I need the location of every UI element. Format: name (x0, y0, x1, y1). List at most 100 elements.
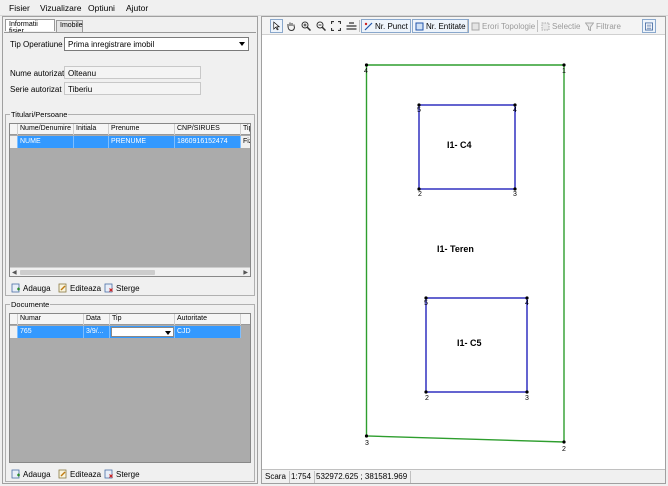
filter-icon (585, 22, 594, 31)
add-person-button[interactable]: Adauga (11, 281, 51, 295)
building-point-number: 4 (513, 107, 517, 114)
persons-header: Nume/Denumire Initiala Prenume CNP/SIRUE… (10, 124, 250, 135)
toolbar-separator (537, 20, 538, 32)
tip-dropdown[interactable] (111, 327, 174, 337)
cell-nume[interactable]: NUME (18, 136, 74, 148)
erori-topologie-button[interactable]: Erori Topologie (469, 19, 537, 33)
name-label: Nume autorizat (10, 69, 65, 78)
cell-numar[interactable]: 765 (18, 326, 84, 338)
menu-optiuni[interactable]: Optiuni (88, 3, 115, 13)
header-initiala[interactable]: Initiala (74, 124, 109, 135)
vertex-marker (364, 63, 369, 67)
cell-cnp[interactable]: 1860916152474 (175, 136, 241, 148)
point-number-icon (364, 22, 373, 30)
menu-vizualizare[interactable]: Vizualizare (40, 3, 81, 13)
building-point-number: 5 (424, 300, 428, 307)
header-tip[interactable]: Tip (241, 124, 250, 135)
menu-fisier[interactable]: Fisier (9, 3, 30, 13)
operation-select[interactable]: Prima inregistrare imobil (64, 37, 249, 51)
scale-label: Scara (262, 471, 290, 483)
nr-entitate-toggle[interactable]: Nr. Entitate (412, 19, 469, 33)
layers-icon[interactable] (642, 19, 656, 33)
coordinates-readout: 532972.625 ; 381581.969 (313, 471, 412, 483)
header-spacer (10, 314, 18, 325)
filtrare-button[interactable]: Filtrare (583, 19, 623, 33)
building-point-number: 2 (425, 395, 429, 402)
delete-icon (104, 469, 113, 479)
header-spacer (10, 124, 18, 135)
serial-label: Serie autorizat (10, 85, 62, 94)
menu-ajutor[interactable]: Ajutor (126, 3, 148, 13)
scroll-thumb[interactable] (20, 270, 155, 275)
vertex-marker (364, 434, 369, 438)
header-cnp[interactable]: CNP/SIRUES (175, 124, 241, 135)
cell-tip-select[interactable] (110, 326, 175, 338)
building-c5-label: I1- C5 (457, 338, 482, 348)
cell-autoritate[interactable]: CJD (175, 326, 241, 338)
row-selector[interactable] (10, 326, 18, 338)
vertex-marker (424, 390, 428, 394)
parcel-point-number: 1 (562, 68, 566, 75)
persons-actions: Adauga Editeaza Sterge (9, 281, 249, 295)
cell-initiala[interactable] (74, 136, 109, 148)
table-row[interactable]: 765 3/9/... CJD (10, 326, 241, 338)
header-nume[interactable]: Nume/Denumire (18, 124, 74, 135)
documents-grid[interactable]: Numar Data Tip Autoritate 765 3/9/... CJ… (9, 313, 251, 463)
entity-number-icon (415, 22, 424, 30)
cell-prenume[interactable]: PRENUME (109, 136, 175, 148)
delete-document-button[interactable]: Sterge (104, 467, 140, 481)
vertex-marker (562, 63, 566, 67)
header-doc-tip[interactable]: Tip (110, 314, 175, 325)
documents-actions: Adauga Editeaza Sterge (9, 467, 249, 481)
parcel-label: I1- Teren (437, 244, 474, 254)
tab-imobile[interactable]: Imobile (56, 20, 83, 32)
add-icon (11, 283, 20, 293)
header-autoritate[interactable]: Autoritate (175, 314, 241, 325)
zoom-extent-icon[interactable] (329, 19, 343, 33)
persons-title: Titulari/Persoane (10, 110, 69, 119)
map-toolbar: Nr. Punct Nr. Entitate Erori Topologie S… (262, 17, 665, 35)
table-row[interactable]: NUME PRENUME 1860916152474 Fizic (10, 136, 250, 148)
measure-icon[interactable] (344, 19, 359, 33)
tab-informatii-fisier[interactable]: Informatii fisier (5, 19, 55, 35)
nr-punct-label: Nr. Punct (375, 21, 408, 31)
persons-hscrollbar[interactable]: ◀ ▶ (10, 267, 250, 276)
scroll-right-icon[interactable]: ▶ (243, 269, 248, 276)
persons-grid[interactable]: Nume/Denumire Initiala Prenume CNP/SIRUE… (9, 123, 251, 277)
building-point-number: 4 (525, 300, 529, 307)
parcel-point-number: 3 (365, 440, 369, 447)
edit-label: Editeaza (70, 469, 102, 479)
delete-person-button[interactable]: Sterge (104, 281, 140, 295)
chevron-down-icon (165, 331, 171, 335)
filtrare-label: Filtrare (596, 21, 621, 31)
header-prenume[interactable]: Prenume (109, 124, 175, 135)
edit-label: Editeaza (70, 283, 102, 293)
serial-field[interactable]: Tiberiu (64, 82, 201, 95)
row-selector[interactable] (10, 136, 18, 148)
add-icon (11, 469, 20, 479)
edit-document-button[interactable]: Editeaza (58, 467, 101, 481)
zoom-in-icon[interactable] (299, 19, 313, 33)
edit-person-button[interactable]: Editeaza (58, 281, 101, 295)
name-field[interactable]: Olteanu (64, 66, 201, 79)
map-canvas[interactable]: 4 1 3 2 I1- Teren 5 4 2 3 I1- C4 5 4 2 3… (262, 36, 665, 471)
add-document-button[interactable]: Adauga (11, 467, 51, 481)
parcel-point-number: 2 (562, 446, 566, 453)
documents-header: Numar Data Tip Autoritate (10, 314, 250, 325)
selectie-button[interactable]: Selectie (539, 19, 582, 33)
topology-errors-icon (471, 22, 480, 30)
cell-data[interactable]: 3/9/... (84, 326, 110, 338)
zoom-out-icon[interactable] (314, 19, 328, 33)
hand-icon[interactable] (284, 19, 298, 33)
nr-punct-toggle[interactable]: Nr. Punct (361, 19, 411, 33)
cursor-icon[interactable] (270, 19, 283, 33)
header-numar[interactable]: Numar (18, 314, 84, 325)
delete-label: Sterge (116, 283, 140, 293)
scroll-left-icon[interactable]: ◀ (12, 269, 17, 276)
add-label: Adauga (23, 469, 51, 479)
building-point-number: 5 (417, 107, 421, 114)
toolbar-separator (467, 20, 468, 32)
vertex-marker (562, 440, 566, 444)
cell-tip[interactable]: Fizic (241, 136, 250, 148)
header-data[interactable]: Data (84, 314, 110, 325)
